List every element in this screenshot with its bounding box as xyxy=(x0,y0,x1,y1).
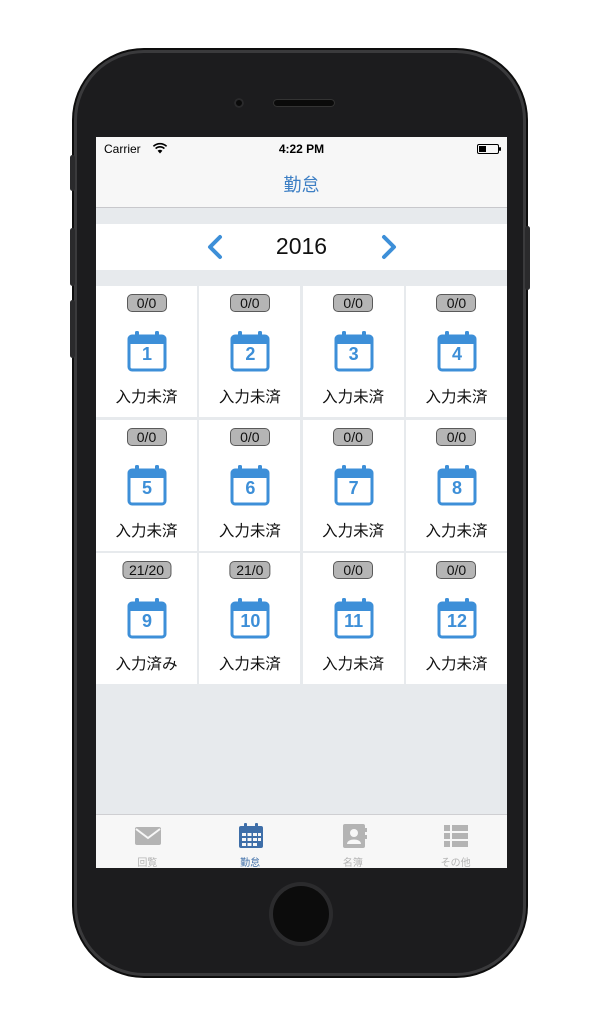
count-badge: 0/0 xyxy=(333,294,374,312)
month-cell[interactable]: 0/0 8 入力未済 xyxy=(405,419,507,551)
count-badge: 0/0 xyxy=(436,561,477,579)
month-status: 入力済み xyxy=(115,655,178,673)
month-status: 入力未済 xyxy=(425,655,488,673)
month-cell[interactable]: 0/0 12 入力未済 xyxy=(405,553,507,684)
mute-switch xyxy=(70,155,75,191)
tab-label: その他 xyxy=(440,858,471,868)
month-cell[interactable]: 0/0 3 入力未済 xyxy=(302,286,404,417)
count-badge: 0/0 xyxy=(436,427,477,446)
tab-circular[interactable]: 回覧 xyxy=(96,815,199,868)
chevron-right-icon[interactable] xyxy=(374,233,402,261)
month-cell[interactable]: 0/0 5 入力未済 xyxy=(96,419,197,551)
navigation-bar: 勤怠 xyxy=(96,161,507,208)
count-badge: 0/0 xyxy=(333,561,374,579)
month-status: 入力未済 xyxy=(218,655,281,673)
tab-directory[interactable]: 名簿 xyxy=(302,815,405,868)
month-cell[interactable]: 0/0 11 入力未済 xyxy=(302,553,404,684)
tab-label: 勤怠 xyxy=(240,858,261,868)
count-badge: 0/0 xyxy=(436,294,477,312)
volume-up-button xyxy=(70,228,75,286)
month-number: 6 xyxy=(245,477,256,498)
tab-bar: 回覧 勤怠 名簿 その他 xyxy=(96,814,507,868)
count-badge: 0/0 xyxy=(229,427,270,446)
tab-other[interactable]: その他 xyxy=(404,815,507,868)
month-status: 入力未済 xyxy=(322,388,385,406)
month-cell[interactable]: 0/0 7 入力未済 xyxy=(302,419,404,551)
month-cell[interactable]: 0/0 6 入力未済 xyxy=(199,419,301,551)
month-number: 7 xyxy=(348,477,359,498)
status-bar: Carrier 4:22 PM xyxy=(96,137,507,161)
month-status: 入力未済 xyxy=(218,521,281,540)
month-cell[interactable]: 21/0 10 入力未済 xyxy=(199,553,301,684)
month-cell[interactable]: 0/0 2 入力未済 xyxy=(199,286,301,417)
count-badge: 21/20 xyxy=(121,561,172,579)
home-button[interactable] xyxy=(273,886,329,942)
month-number: 11 xyxy=(344,611,364,631)
envelope-icon xyxy=(135,827,161,845)
count-badge: 0/0 xyxy=(126,427,167,446)
month-status: 入力未済 xyxy=(425,388,488,406)
earpiece-speaker xyxy=(273,99,335,107)
clock: 4:22 PM xyxy=(278,142,325,156)
month-number: 10 xyxy=(240,611,261,631)
month-number: 2 xyxy=(245,344,256,364)
month-number: 1 xyxy=(141,344,152,364)
month-status: 入力未済 xyxy=(218,388,281,406)
year-selector: 2016 xyxy=(96,224,507,270)
list-icon xyxy=(444,825,469,847)
month-cell[interactable]: 0/0 1 入力未済 xyxy=(96,286,197,417)
month-number: 12 xyxy=(446,611,467,631)
tab-label: 名簿 xyxy=(342,858,363,868)
month-cell[interactable]: 0/0 4 入力未済 xyxy=(405,286,507,417)
volume-down-button xyxy=(70,300,75,358)
count-badge: 21/0 xyxy=(229,561,271,579)
year-label: 2016 xyxy=(275,233,328,259)
front-camera xyxy=(234,98,244,108)
month-status: 入力未済 xyxy=(425,521,488,540)
month-status: 入力未済 xyxy=(115,388,178,406)
count-badge: 0/0 xyxy=(126,294,167,312)
month-number: 3 xyxy=(348,344,359,364)
month-status: 入力未済 xyxy=(115,521,178,540)
month-status: 入力未済 xyxy=(322,655,385,673)
tab-label: 回覧 xyxy=(137,858,158,868)
month-number: 8 xyxy=(451,477,462,498)
address-book-icon xyxy=(342,824,367,848)
count-badge: 0/0 xyxy=(229,294,270,312)
month-number: 9 xyxy=(141,611,152,631)
month-status: 入力未済 xyxy=(322,521,385,540)
app-screen: Carrier 4:22 PM 勤怠 2016 0/0 1 入力未済 0/0 2 入力未済… xyxy=(96,137,507,868)
month-number: 4 xyxy=(451,344,462,364)
calendar-icon xyxy=(238,823,263,848)
power-button xyxy=(525,226,530,290)
month-number: 5 xyxy=(141,477,152,498)
month-cell[interactable]: 21/20 9 入力済み xyxy=(96,553,197,684)
tab-attendance[interactable]: 勤怠 xyxy=(199,815,302,868)
battery-icon xyxy=(477,144,501,154)
count-badge: 0/0 xyxy=(333,427,374,446)
page-title: 勤怠 xyxy=(283,175,320,196)
